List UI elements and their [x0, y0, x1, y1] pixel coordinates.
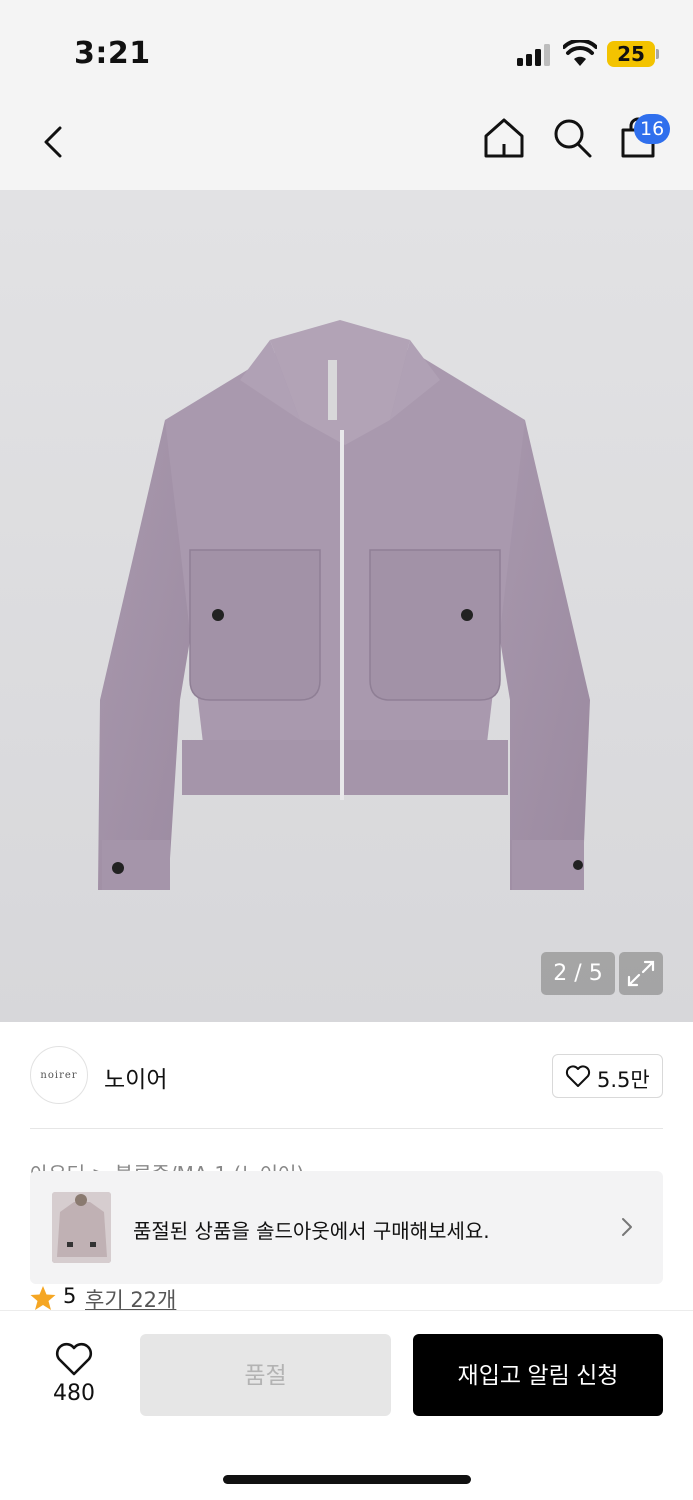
home-icon[interactable] [480, 114, 528, 162]
image-counter: 2 / 5 [541, 952, 615, 995]
heart-icon [55, 1342, 93, 1376]
star-icon [30, 1286, 56, 1310]
back-arrow-icon[interactable] [30, 118, 78, 166]
brand-like-button[interactable]: 5.5만 [552, 1054, 663, 1098]
home-indicator [223, 1475, 471, 1484]
wifi-icon [563, 40, 597, 66]
chevron-right-icon [622, 1218, 632, 1236]
battery-level: 25 [607, 41, 655, 67]
cellular-signal-icon [517, 44, 553, 66]
product-image-gallery[interactable] [0, 190, 693, 1022]
product-jacket-image [98, 320, 590, 890]
status-time: 3:21 [74, 36, 151, 71]
search-icon[interactable] [548, 114, 596, 162]
soldout-banner[interactable]: 품절된 상품을 솔드아웃에서 구매해보세요. [30, 1171, 663, 1284]
soldout-button: 품절 [140, 1334, 391, 1416]
brand-name[interactable]: 노이어 [104, 1060, 167, 1094]
banner-text: 품절된 상품을 솔드아웃에서 구매해보세요. [133, 1219, 490, 1243]
restock-alert-button[interactable]: 재입고 알림 신청 [413, 1334, 663, 1416]
top-nav [0, 100, 693, 190]
battery-tip [656, 49, 659, 59]
brand-like-count: 5.5만 [597, 1068, 650, 1092]
divider [30, 1128, 663, 1129]
rating-value: 5 [63, 1284, 77, 1308]
brand-logo[interactable]: noirer [30, 1046, 88, 1104]
heart-icon [565, 1065, 591, 1087]
wishlist-count: 480 [53, 1381, 95, 1406]
brand-row[interactable]: noirer 노이어 5.5만 [0, 1024, 693, 1129]
cart-count-badge: 16 [634, 114, 671, 144]
expand-icon[interactable] [619, 952, 663, 995]
status-bar: 3:21 25 [0, 0, 693, 100]
banner-thumbnail [52, 1192, 111, 1263]
wishlist-button[interactable]: 480 [34, 1335, 114, 1415]
bottom-action-bar: 480 품절 재입고 알림 신청 [0, 1310, 693, 1500]
